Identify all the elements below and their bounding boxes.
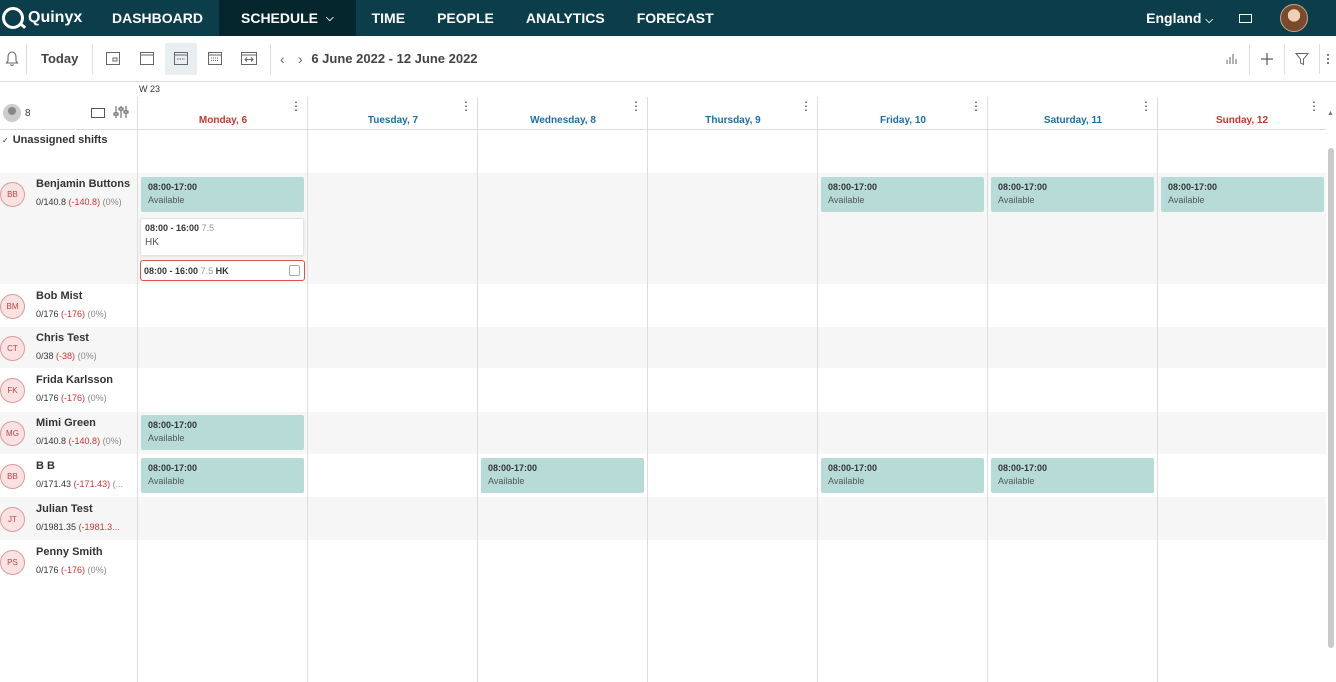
hours-summary: 0/176 (-176) (0%) xyxy=(36,393,107,403)
grid-line xyxy=(137,97,138,682)
mail-icon[interactable] xyxy=(1239,13,1252,23)
chevron-down-icon: ⌵ xyxy=(326,12,334,24)
selected-shift-card[interactable]: 08:00 - 16:00 7.5 HK xyxy=(140,260,305,281)
scrollbar-thumb[interactable] xyxy=(1328,148,1334,648)
grid-line xyxy=(987,97,988,682)
person-icon xyxy=(3,104,21,122)
hours-summary: 0/1981.35 (-1981.3... xyxy=(36,522,120,532)
hours-summary: 0/176 (-176) (0%) xyxy=(36,565,107,575)
employee-list-header: 8 xyxy=(0,97,138,130)
grid-line xyxy=(307,97,308,682)
grid-line xyxy=(477,97,478,682)
avatar: BM xyxy=(0,294,25,319)
day-menu-icon[interactable]: ⋮ xyxy=(290,99,302,113)
schedule-toolbar: Today ‹ › 6 June 2022 - 12 June 2022 xyxy=(0,36,1336,82)
avatar: MG xyxy=(0,421,25,446)
single-view-icon[interactable] xyxy=(131,43,163,75)
chevron-down-icon: ✓ xyxy=(2,136,9,145)
avatar: BB xyxy=(0,464,25,489)
period-view-icon[interactable] xyxy=(233,43,265,75)
availability-block[interactable]: 08:00-17:00 Available xyxy=(821,177,984,212)
avatar: JT xyxy=(0,507,25,532)
day-view-icon[interactable] xyxy=(97,43,129,75)
nav-time[interactable]: TIME xyxy=(356,0,421,36)
hours-summary: 0/140.8 (-140.8) (0%) xyxy=(36,436,122,446)
bell-icon[interactable] xyxy=(0,43,24,75)
grid-line xyxy=(817,97,818,682)
unassigned-shifts-toggle[interactable]: ✓ Unassigned shifts xyxy=(0,134,107,146)
month-view-icon[interactable] xyxy=(199,43,231,75)
employee-count: 8 xyxy=(25,107,31,119)
avatar: PS xyxy=(0,550,25,575)
next-week-icon[interactable]: › xyxy=(291,51,309,67)
nav-dashboard[interactable]: DASHBOARD xyxy=(96,0,219,36)
quinyx-logo[interactable]: Quinyx xyxy=(0,0,96,36)
day-header-saturday[interactable]: ⋮ Saturday, 11 xyxy=(987,97,1158,130)
date-range[interactable]: 6 June 2022 - 12 June 2022 xyxy=(311,51,477,66)
chevron-down-icon: ⌵ xyxy=(1205,15,1213,26)
availability-block[interactable]: 08:00-17:00 Available xyxy=(991,177,1154,212)
nav-schedule[interactable]: SCHEDULE ⌵ xyxy=(219,0,356,36)
availability-block[interactable]: 08:00-17:00 Available xyxy=(1161,177,1324,212)
today-button[interactable]: Today xyxy=(27,43,92,75)
day-menu-icon[interactable]: ⋮ xyxy=(1140,99,1152,113)
nav-analytics[interactable]: ANALYTICS xyxy=(510,0,621,36)
day-menu-icon[interactable]: ⋮ xyxy=(1308,99,1320,113)
avatar: CT xyxy=(0,336,25,361)
availability-block[interactable]: 08:00-17:00 Available xyxy=(821,458,984,493)
week-view-icon[interactable] xyxy=(165,42,198,75)
row-background xyxy=(0,497,1326,540)
shift-card[interactable]: 08:00 - 16:00 7.5 HK xyxy=(140,218,304,256)
day-header-sunday[interactable]: ⋮ Sunday, 12 xyxy=(1157,97,1326,130)
week-number: W 23 xyxy=(139,84,161,94)
filter-icon[interactable] xyxy=(1285,43,1319,75)
hours-summary: 0/140.8 (-140.8) (0%) xyxy=(36,197,122,207)
day-menu-icon[interactable]: ⋮ xyxy=(970,99,982,113)
day-header-monday[interactable]: ⋮ Monday, 6 xyxy=(137,97,308,130)
nav-forecast[interactable]: FORECAST xyxy=(621,0,730,36)
region-selector[interactable]: England ⌵ xyxy=(1146,10,1213,26)
grid-line xyxy=(1157,97,1158,682)
hours-summary: 0/176 (-176) (0%) xyxy=(36,309,107,319)
availability-block[interactable]: 08:00-17:00 Available xyxy=(991,458,1154,493)
shift-checkbox[interactable] xyxy=(289,265,300,276)
logo-icon xyxy=(2,7,24,29)
hours-summary: 0/38 (-38) (0%) xyxy=(36,351,97,361)
scroll-up-icon[interactable]: ▲ xyxy=(1327,110,1334,117)
envelope-icon[interactable] xyxy=(90,108,105,118)
avatar: FK xyxy=(0,378,25,403)
grid-line xyxy=(647,97,648,682)
day-header-friday[interactable]: ⋮ Friday, 10 xyxy=(817,97,988,130)
avatar: BB xyxy=(0,182,25,207)
day-header-tuesday[interactable]: ⋮ Tuesday, 7 xyxy=(307,97,478,130)
availability-block[interactable]: 08:00-17:00 Available xyxy=(481,458,644,493)
nav-people[interactable]: PEOPLE xyxy=(421,0,510,36)
statistics-icon[interactable] xyxy=(1215,43,1249,75)
more-options-icon[interactable] xyxy=(1320,43,1336,75)
top-navigation: Quinyx DASHBOARD SCHEDULE ⌵ TIME PEOPLE … xyxy=(0,0,1336,36)
day-header-thursday[interactable]: ⋮ Thursday, 9 xyxy=(647,97,818,130)
hours-summary: 0/171.43 (-171.43) (... xyxy=(36,479,124,489)
add-icon[interactable] xyxy=(1250,43,1284,75)
user-avatar[interactable] xyxy=(1280,4,1308,32)
day-menu-icon[interactable]: ⋮ xyxy=(460,99,472,113)
vertical-scrollbar[interactable]: ▲ xyxy=(1327,110,1334,682)
availability-block[interactable]: 08:00-17:00 Available xyxy=(141,415,304,450)
settings-sliders-icon[interactable] xyxy=(113,105,129,122)
availability-block[interactable]: 08:00-17:00 Available xyxy=(141,458,304,493)
previous-week-icon[interactable]: ‹ xyxy=(273,51,291,67)
day-menu-icon[interactable]: ⋮ xyxy=(800,99,812,113)
row-background xyxy=(0,327,1326,368)
day-menu-icon[interactable]: ⋮ xyxy=(630,99,642,113)
availability-block[interactable]: 08:00-17:00 Available xyxy=(141,177,304,212)
day-header-wednesday[interactable]: ⋮ Wednesday, 8 xyxy=(477,97,648,130)
